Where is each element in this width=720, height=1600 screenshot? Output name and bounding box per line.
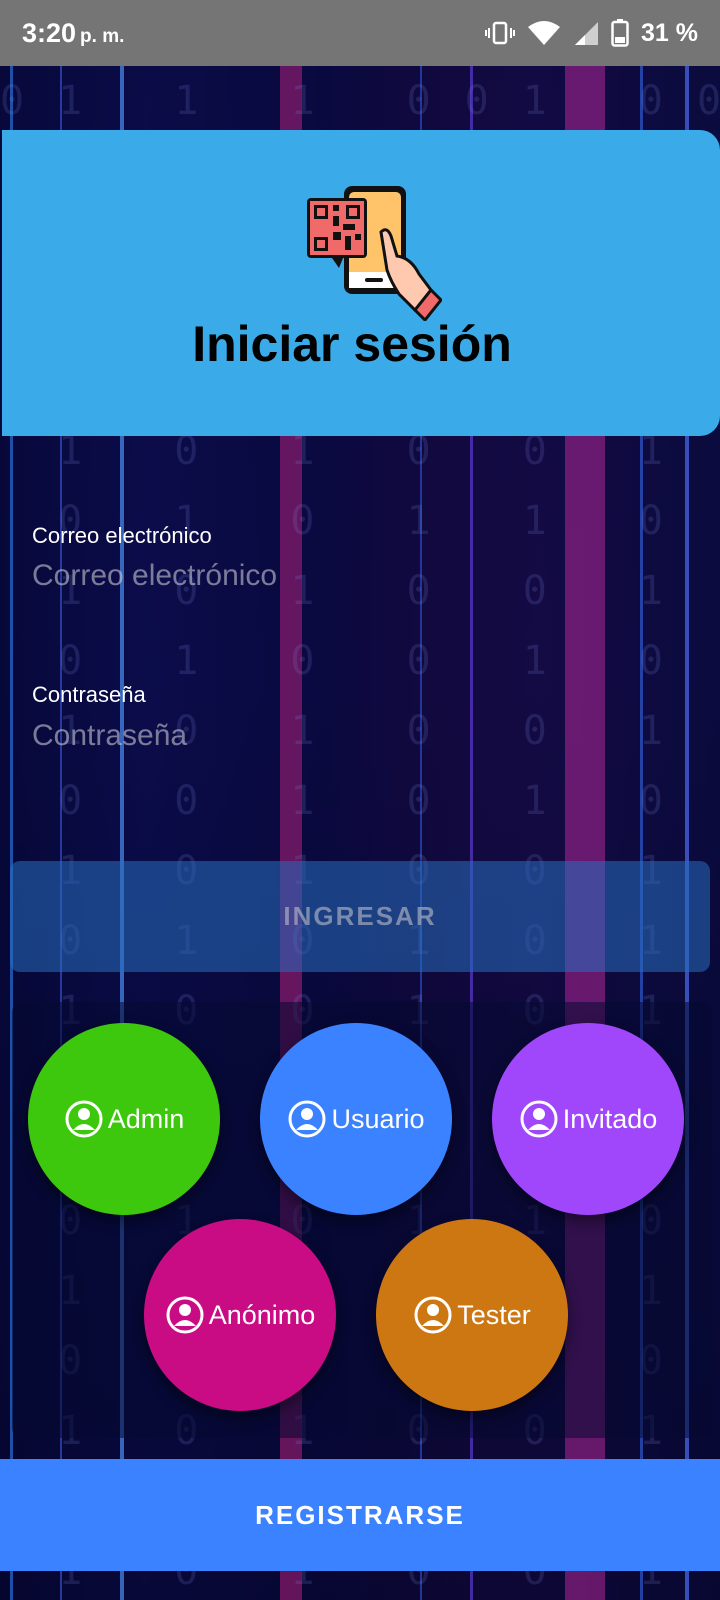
password-field[interactable] <box>32 712 682 760</box>
register-button[interactable]: REGISTRARSE <box>0 1459 720 1571</box>
user-circle-icon <box>520 1100 558 1138</box>
user-circle-icon <box>414 1296 452 1334</box>
role-label: Anónimo <box>208 1299 316 1330</box>
role-button-admin[interactable]: Admin <box>28 1023 220 1215</box>
battery-icon <box>611 19 629 47</box>
role-button-invitado[interactable]: Invitado <box>492 1023 684 1215</box>
role-button-tester[interactable]: Tester <box>376 1219 568 1411</box>
role-label: Invitado <box>562 1103 658 1134</box>
status-clock: 3:20 <box>22 17 77 48</box>
role-label: Usuario <box>331 1103 425 1134</box>
login-header-card: Iniciar sesión <box>2 130 720 436</box>
login-button[interactable]: INGRESAR <box>10 861 710 972</box>
page-title: Iniciar sesión <box>192 316 512 372</box>
user-circle-icon <box>166 1296 204 1334</box>
qr-phone-scan-icon <box>307 186 442 321</box>
password-label: Contraseña <box>32 682 146 707</box>
user-circle-icon <box>288 1100 326 1138</box>
user-circle-icon <box>65 1100 103 1138</box>
vibrate-icon <box>485 21 516 45</box>
email-label: Correo electrónico <box>32 523 212 548</box>
battery-percent: 31 % <box>641 18 698 47</box>
role-button-anonimo[interactable]: Anónimo <box>144 1219 336 1411</box>
role-label: Tester <box>457 1299 531 1330</box>
role-label: Admin <box>107 1103 185 1134</box>
role-button-usuario[interactable]: Usuario <box>260 1023 452 1215</box>
signal-icon <box>575 22 599 45</box>
status-icons: 31 % <box>485 19 698 48</box>
status-bar: 3:20 p. m. 31 % <box>0 0 720 66</box>
wifi-icon <box>528 21 561 45</box>
status-ampm: p. m. <box>80 25 125 47</box>
email-field[interactable] <box>32 552 682 600</box>
status-time: 3:20 p. m. <box>22 18 124 49</box>
